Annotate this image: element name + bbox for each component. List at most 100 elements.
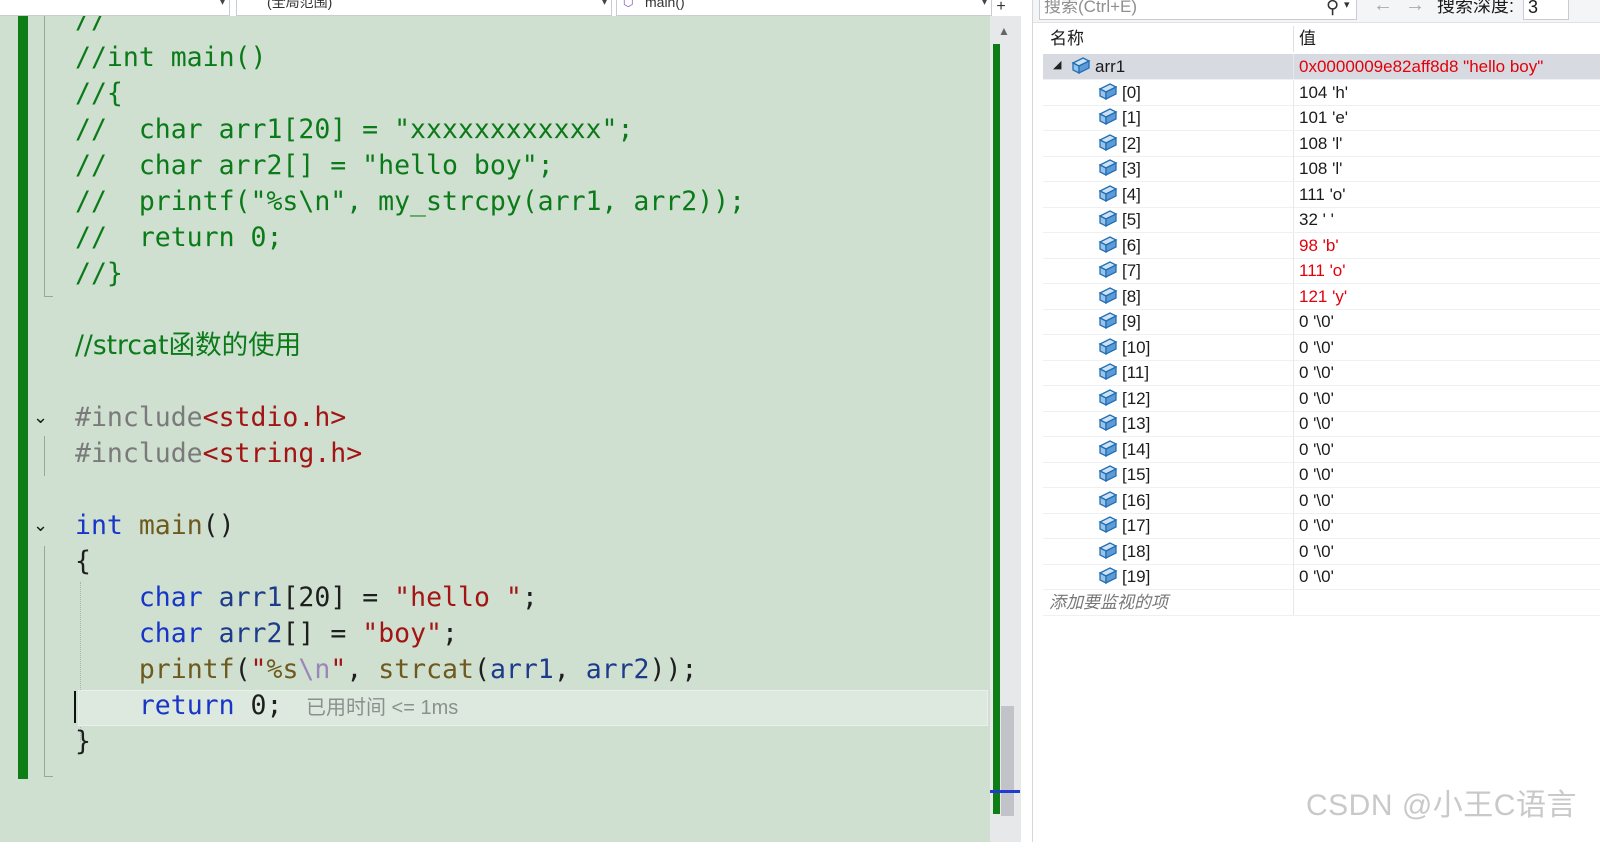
watch-item-value[interactable]: 0 '\0' <box>1299 413 1334 435</box>
watch-item-value[interactable]: 32 ' ' <box>1299 209 1334 231</box>
watch-row[interactable]: [11] 0 '\0' <box>1043 360 1600 386</box>
watch-row[interactable]: [18] 0 '\0' <box>1043 538 1600 565</box>
watch-item-value[interactable]: 0 '\0' <box>1299 362 1334 384</box>
column-divider <box>1293 54 1294 79</box>
watch-item-value[interactable]: 0 '\0' <box>1299 566 1334 588</box>
code-line[interactable]: char arr1[20] = "hello "; <box>75 580 538 616</box>
watch-row[interactable]: [7] 111 'o' <box>1043 258 1600 284</box>
watch-row[interactable]: [15] 0 '\0' <box>1043 462 1600 488</box>
code-line[interactable]: // char arr2[] = "hello boy"; <box>75 148 554 184</box>
watch-item-value[interactable]: 0 '\0' <box>1299 311 1334 333</box>
scroll-up-icon[interactable]: ▲ <box>998 24 1010 38</box>
watch-item-value[interactable]: 0 '\0' <box>1299 515 1334 537</box>
watch-row[interactable]: [10] 0 '\0' <box>1043 334 1600 361</box>
watch-row[interactable]: [5] 32 ' ' <box>1043 207 1600 233</box>
watch-item-value[interactable]: 0 '\0' <box>1299 490 1334 512</box>
column-header-value[interactable]: 值 <box>1299 26 1316 52</box>
code-line[interactable]: #include<stdio.h> <box>75 400 346 436</box>
watch-row[interactable]: [16] 0 '\0' <box>1043 487 1600 514</box>
scrollbar-thumb[interactable] <box>1001 706 1014 816</box>
outline-guide-end <box>44 296 53 297</box>
arrow-right-icon[interactable]: → <box>1405 0 1425 17</box>
code-line[interactable]: printf("%s\n", strcat(arr1, arr2)); <box>75 652 698 688</box>
code-line[interactable]: //{ <box>75 76 123 112</box>
watch-row[interactable]: [8] 121 'y' <box>1043 283 1600 310</box>
code-line[interactable]: //strcat函数的使用 <box>75 328 301 364</box>
add-watch-row[interactable]: 添加要监视的项 <box>1043 589 1600 616</box>
watch-row[interactable]: [3] 108 'l' <box>1043 156 1600 182</box>
column-divider <box>1293 207 1294 232</box>
arrow-left-icon[interactable]: ← <box>1373 0 1393 17</box>
column-divider <box>1293 283 1294 309</box>
code-line[interactable]: // return 0; <box>75 220 282 256</box>
variable-icon <box>1098 541 1118 560</box>
column-divider <box>1293 232 1294 258</box>
expand-triangle-icon[interactable]: ◢ <box>1053 58 1061 71</box>
code-line[interactable]: //} <box>75 256 123 292</box>
code-line[interactable]: // char arr1[20] = "xxxxxxxxxxxx"; <box>75 112 633 148</box>
watch-item-name: [19] <box>1122 567 1151 586</box>
watch-row[interactable]: [12] 0 '\0' <box>1043 385 1600 412</box>
column-divider[interactable] <box>1293 26 1294 52</box>
editor-scrollbar[interactable]: ▲ <box>990 16 1021 842</box>
code-line[interactable]: } <box>75 724 91 760</box>
split-editor-button[interactable]: + <box>990 0 1012 16</box>
code-line[interactable]: #include<string.h> <box>75 436 362 472</box>
watch-search-input[interactable]: 搜索(Ctrl+E) ⚲ ▾ <box>1039 0 1357 20</box>
watch-item-value[interactable]: 111 'o' <box>1299 260 1346 282</box>
column-header-name[interactable]: 名称 <box>1050 26 1084 52</box>
watch-item-value[interactable]: 0 '\0' <box>1299 388 1334 410</box>
watch-row[interactable]: [14] 0 '\0' <box>1043 436 1600 463</box>
code-line[interactable]: // printf("%s\n", my_strcpy(arr1, arr2))… <box>75 184 745 220</box>
fold-icon[interactable]: ⌄ <box>33 516 48 534</box>
watch-item-value[interactable]: 108 'l' <box>1299 158 1342 180</box>
variable-icon <box>1098 235 1118 254</box>
project-dropdown[interactable]: ▾ <box>0 0 230 16</box>
column-divider <box>1293 156 1294 181</box>
fold-icon[interactable]: ⌄ <box>33 408 48 426</box>
watch-item-value[interactable]: 108 'l' <box>1299 133 1342 155</box>
watch-row[interactable]: [4] 111 'o' <box>1043 181 1600 208</box>
watch-item-value[interactable]: 98 'b' <box>1299 235 1339 257</box>
watch-item-value[interactable]: 0 '\0' <box>1299 439 1334 461</box>
code-line[interactable]: // <box>75 16 107 38</box>
watch-row[interactable]: [1] 101 'e' <box>1043 105 1600 131</box>
watch-item-name: [6] <box>1122 235 1141 255</box>
watch-item-value[interactable]: 0x0000009e82aff8d8 "hello boy" <box>1299 56 1543 78</box>
chevron-down-icon: ▾ <box>981 0 987 8</box>
watch-row[interactable]: [19] 0 '\0' <box>1043 564 1600 590</box>
variable-icon <box>1098 388 1118 407</box>
watch-row[interactable]: [0] 104 'h' <box>1043 79 1600 106</box>
code-line[interactable]: return 0; <box>75 688 283 724</box>
watch-item-value[interactable]: 121 'y' <box>1299 286 1347 308</box>
method-dropdown[interactable]: ⬡ main() ▾ <box>616 0 992 16</box>
variable-icon <box>1098 363 1118 381</box>
watch-row[interactable]: [6] 98 'b' <box>1043 232 1600 259</box>
watch-item-value[interactable]: 111 'o' <box>1299 184 1346 206</box>
variable-icon <box>1098 159 1118 177</box>
watch-row[interactable]: [9] 0 '\0' <box>1043 309 1600 335</box>
scope-dropdown[interactable]: (全局范围) ▾ <box>236 0 612 16</box>
watch-item-value[interactable]: 0 '\0' <box>1299 337 1334 359</box>
code-line[interactable]: int main() <box>75 508 235 544</box>
code-line[interactable]: //int main() <box>75 40 266 76</box>
search-icon[interactable]: ⚲ <box>1326 0 1339 19</box>
watch-row[interactable]: ◢ arr1 0x0000009e82aff8d8 "hello boy" <box>1043 54 1600 80</box>
code-line[interactable]: { <box>75 544 91 580</box>
watch-item-value[interactable]: 101 'e' <box>1299 107 1348 129</box>
chevron-down-icon[interactable]: ▾ <box>1344 0 1350 17</box>
outline-guide <box>44 546 45 776</box>
watch-row[interactable]: [17] 0 '\0' <box>1043 513 1600 539</box>
watch-item-name: [2] <box>1122 133 1141 153</box>
watch-toolbar: 搜索(Ctrl+E) ⚲ ▾ ← → 搜索深度: 3 <box>1033 0 1600 23</box>
code-editor[interactable]: ⌄ ⌄ // //int main() //{ // char arr1[20]… <box>0 16 990 842</box>
watch-item-value[interactable]: 0 '\0' <box>1299 541 1334 563</box>
watch-row[interactable]: [13] 0 '\0' <box>1043 411 1600 437</box>
code-line[interactable]: char arr2[] = "boy"; <box>75 616 458 652</box>
column-divider <box>1293 513 1294 538</box>
watch-row[interactable]: [2] 108 'l' <box>1043 130 1600 157</box>
column-divider <box>1293 105 1294 130</box>
watch-item-value[interactable]: 104 'h' <box>1299 82 1348 104</box>
watch-item-value[interactable]: 0 '\0' <box>1299 464 1334 486</box>
search-depth-select[interactable]: 3 <box>1523 0 1569 20</box>
